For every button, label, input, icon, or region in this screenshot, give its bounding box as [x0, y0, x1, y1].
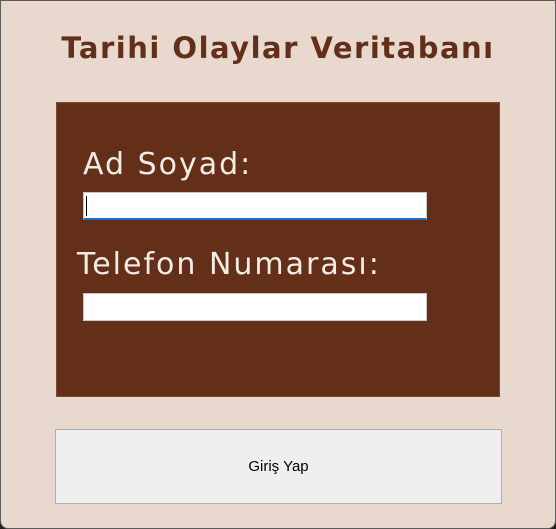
- text-caret: [86, 196, 87, 216]
- login-panel: Ad Soyad: Telefon Numarası:: [56, 102, 500, 397]
- login-button[interactable]: Giriş Yap: [55, 429, 502, 504]
- name-input[interactable]: [83, 192, 427, 220]
- app-window: Tarihi Olaylar Veritabanı Ad Soyad: Tele…: [0, 0, 556, 529]
- phone-input[interactable]: [83, 293, 427, 321]
- app-title: Tarihi Olaylar Veritabanı: [61, 31, 495, 65]
- phone-label: Telefon Numarası:: [77, 247, 381, 282]
- name-label: Ad Soyad:: [83, 147, 253, 182]
